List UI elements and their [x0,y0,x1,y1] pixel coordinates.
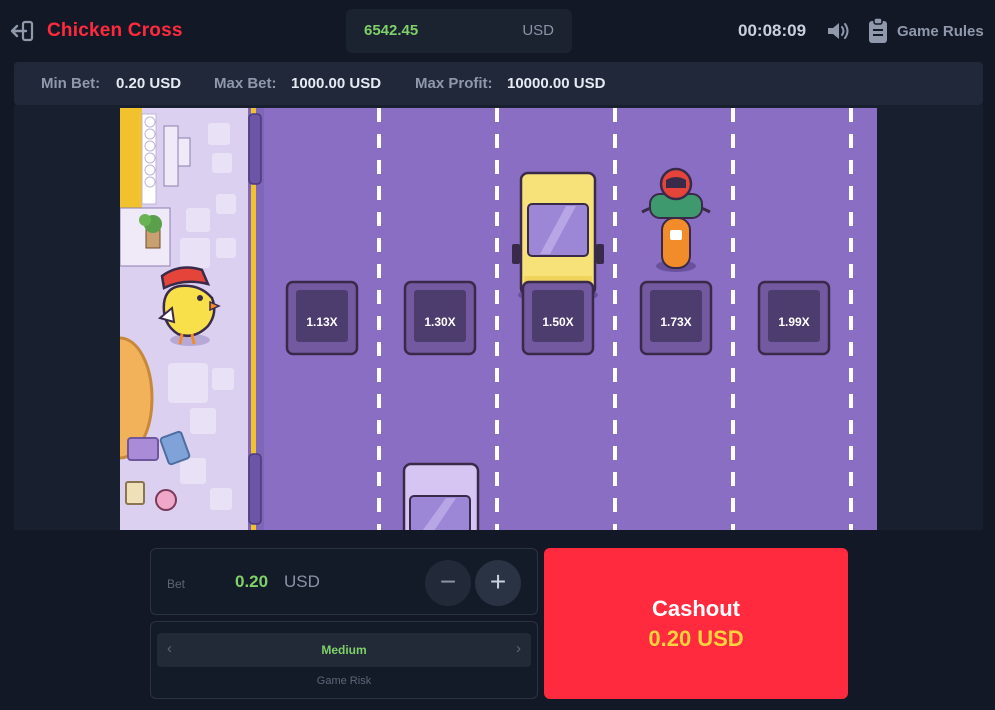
max-profit-label: Max Profit: [415,75,493,92]
chevron-right-icon[interactable]: › [516,640,521,657]
decrease-bet-button[interactable]: − [425,560,471,606]
cashout-label: Cashout [652,596,740,621]
bet-currency: USD [284,572,320,591]
cashout-button[interactable]: Cashout 0.20 USD [544,548,848,699]
top-bar: Chicken Cross 6542.45 USD 00:08:09 Game … [0,0,995,62]
clipboard-icon [868,17,888,44]
back-arrow-icon[interactable] [10,20,36,42]
game-scene: 1.13X 1.30X 1.50X 1.73X 1.99X [120,108,877,530]
balance-amount: 6542.45 [364,22,419,39]
multiplier-tile-1[interactable]: 1.13X [285,280,359,356]
multiplier-tile-2[interactable]: 1.30X [403,280,477,356]
bet-label: Bet [167,577,186,591]
min-bet-value: 0.20 USD [116,75,182,92]
cashout-currency: USD [697,626,744,651]
speaker-icon[interactable] [826,20,852,42]
risk-select[interactable]: ‹ Medium › [157,633,531,667]
multiplier-tile-3[interactable]: 1.50X [521,280,595,356]
multiplier-label: 1.50X [542,315,573,329]
game-area: 1.13X 1.30X 1.50X 1.73X 1.99X [14,105,983,530]
bet-limits-bar: Min Bet: 0.20 USD Max Bet: 1000.00 USD M… [14,62,983,105]
car-icon [402,462,480,530]
risk-caption: Game Risk [316,675,372,687]
max-bet-value: 1000.00 USD [291,75,382,92]
multiplier-label: 1.99X [778,315,809,329]
min-bet-label: Min Bet: [41,75,101,92]
balance-display: 6542.45 USD [346,9,572,53]
multiplier-label: 1.73X [660,315,691,329]
session-timer: 00:08:09 [738,21,807,40]
bet-amount-field[interactable]: Bet 0.20 USD − + [150,548,538,615]
multiplier-tile-5[interactable]: 1.99X [757,280,831,356]
bet-value[interactable]: 0.20 [235,572,268,592]
game-title: Chicken Cross [47,20,183,41]
multiplier-label: 1.13X [306,315,337,329]
game-board[interactable]: 1.13X 1.30X 1.50X 1.73X 1.99X [120,108,877,530]
multiplier-tile-4[interactable]: 1.73X [639,280,713,356]
max-bet-label: Max Bet: [214,75,277,92]
cashout-amount: 0.20 [648,626,692,651]
awning [120,108,142,208]
max-profit-value: 10000.00 USD [507,75,606,92]
risk-value: Medium [321,643,367,657]
game-rules-label: Game Rules [897,23,984,40]
game-risk-selector: ‹ Medium › Game Risk [150,621,538,699]
multiplier-label: 1.30X [424,315,455,329]
cashout-amount-line: 0.20 USD [544,626,848,652]
increase-bet-button[interactable]: + [475,560,521,606]
balance-currency: USD [522,22,554,39]
